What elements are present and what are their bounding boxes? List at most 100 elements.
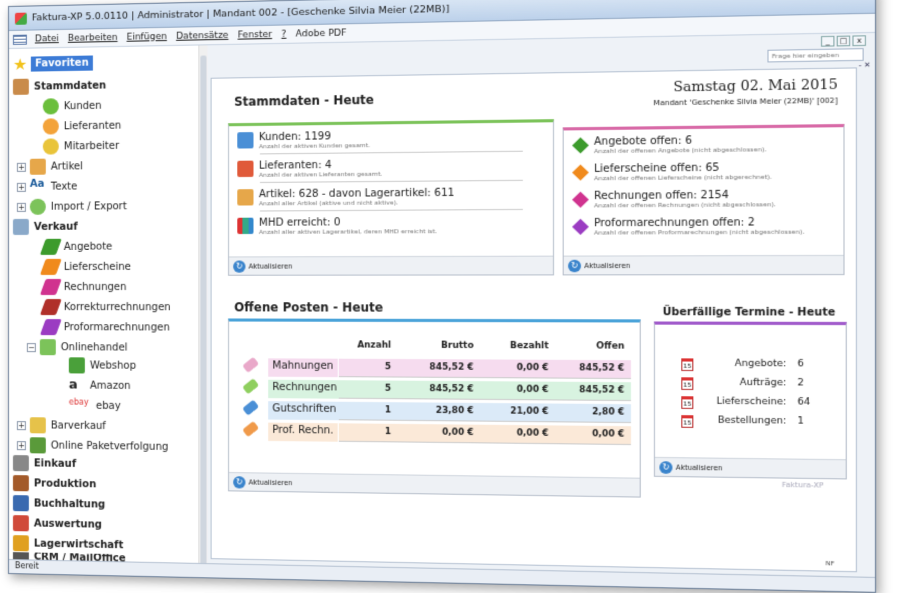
posten-label: Gutschriften [268, 401, 340, 420]
posten-row[interactable]: Prof. Rechn. 1 0,00 € 0,00 € 0,00 € [243, 422, 631, 445]
termin-row[interactable]: 15 Lieferscheine: 64 [681, 396, 810, 410]
offen-title: Proformarechnungen offen: 2 [594, 217, 805, 230]
sidebar-item-barverkauf[interactable]: + Barverkauf [17, 417, 106, 434]
offen-sub: Anzahl der offenen Rechnungen (nicht abg… [594, 201, 776, 211]
search-close[interactable]: - ✕ [858, 61, 870, 70]
stamm-title: MHD erreicht: 0 [259, 217, 437, 229]
sidebar-item-einkauf[interactable]: Einkauf [13, 455, 76, 472]
sync-icon [30, 199, 46, 215]
dashboard: Stammdaten - Heute Samstag 02. Mai 2015 … [211, 67, 857, 572]
sidebar-item-angebote[interactable]: Angebote [43, 239, 112, 255]
posten-row[interactable]: Mahnungen 5 845,52 € 0,00 € 845,52 € [243, 358, 631, 379]
restore-icon[interactable]: □ [837, 36, 850, 47]
sidebar-label: Auswertung [34, 518, 102, 530]
posten-row[interactable]: Rechnungen 5 845,52 € 0,00 € 845,52 € [243, 380, 631, 401]
expand-icon[interactable]: + [17, 441, 26, 450]
divider [260, 209, 523, 212]
expand-icon[interactable]: + [17, 202, 26, 211]
menu-datensaetze[interactable]: Datensätze [176, 30, 228, 41]
sidebar-item-produktion[interactable]: Produktion [13, 475, 96, 492]
scrollbar-thumb[interactable] [200, 55, 206, 583]
menu-adobe-pdf[interactable]: Adobe PDF [296, 28, 347, 39]
refresh-button[interactable]: ↻ Aktualisieren [229, 472, 640, 497]
calendar-icon: 15 [681, 377, 693, 390]
books-icon [13, 495, 29, 511]
sidebar-item-kunden[interactable]: Kunden [43, 98, 102, 115]
sidebar-item-rechnungen[interactable]: Rechnungen [43, 279, 127, 295]
tag-icon [242, 421, 259, 437]
sidebar-item-paketverfolgung[interactable]: + Online Paketverfolgung [17, 437, 168, 455]
offen-angebote[interactable]: Angebote offen: 6 Anzahl der offenen Ange… [572, 134, 766, 156]
offen-rechnungen[interactable]: Rechnungen offen: 2154 Anzahl der offenen… [572, 189, 776, 210]
termin-row[interactable]: 15 Bestellungen: 1 [681, 415, 804, 429]
sidebar-item-verkauf[interactable]: Verkauf [13, 219, 78, 235]
expand-icon[interactable]: + [17, 162, 26, 171]
posten-panel: Anzahl Brutto Bezahlt Offen Mahnungen 5 84… [228, 318, 641, 497]
favorites-item[interactable]: ★ Favoriten [13, 53, 93, 73]
sidebar-label: ebay [96, 400, 121, 411]
sidebar-item-stammdaten[interactable]: Stammdaten [13, 77, 106, 95]
help-search-input[interactable]: Frage hier eingeben [767, 48, 863, 62]
sidebar-item-buchhaltung[interactable]: Buchhaltung [13, 495, 105, 513]
sidebar-item-texte[interactable]: + Aa Texte [17, 178, 77, 195]
window-title: Faktura-XP 5.0.0110 | Administrator | Ma… [32, 4, 450, 24]
minimize-icon[interactable]: _ [821, 36, 834, 47]
sidebar-item-proformarechnungen[interactable]: Proformarechnungen [43, 319, 170, 335]
menu-help[interactable]: ? [281, 29, 286, 39]
document-icon [40, 259, 62, 275]
stamm-kunden[interactable]: Kunden: 1199 Anzahl der aktiven Kunden ge… [237, 131, 370, 152]
offen-sub: Anzahl der offenen Lieferscheine (nicht … [594, 174, 772, 184]
collapse-icon[interactable]: − [27, 343, 36, 352]
sidebar-label: Verkauf [34, 221, 78, 232]
sidebar-item-lagerwirtschaft[interactable]: Lagerwirtschaft [13, 535, 123, 553]
termin-row[interactable]: 15 Aufträge: 2 [681, 377, 804, 391]
termin-row[interactable]: 15 Angebote: 6 [681, 358, 804, 371]
house-icon [13, 79, 29, 95]
posten-anzahl: 5 [339, 383, 391, 394]
sidebar-label: Proformarechnungen [64, 322, 170, 333]
date-label: Samstag 02. Mai 2015 [673, 77, 838, 95]
sidebar-item-lieferscheine[interactable]: Lieferscheine [43, 259, 131, 275]
calendar-icon: 15 [681, 358, 693, 371]
sidebar-item-import-export[interactable]: + Import / Export [17, 198, 127, 215]
sidebar-item-artikel[interactable]: + Artikel [17, 158, 83, 175]
menu-fenster[interactable]: Fenster [238, 29, 272, 40]
col-bezahlt: Bezahlt [491, 341, 549, 352]
sidebar-scrollbar[interactable] [198, 45, 207, 563]
sidebar-item-auswertung[interactable]: Auswertung [13, 515, 102, 533]
offen-proforma[interactable]: Proformarechnungen offen: 2 Anzahl der of… [572, 217, 804, 238]
menu-einfuegen[interactable]: Einfügen [127, 31, 167, 42]
refresh-label: Aktualisieren [676, 463, 723, 472]
offen-lieferscheine[interactable]: Lieferscheine offen: 65 Anzahl der offene… [572, 162, 772, 184]
posten-anzahl: 5 [339, 362, 391, 373]
stamm-title: Artikel: 628 - davon Lagerartikel: 611 [259, 188, 455, 201]
grid-menu-icon[interactable] [13, 34, 27, 44]
posten-row[interactable]: Gutschriften 1 23,80 € 21,00 € 2,80 € [243, 401, 631, 423]
termin-label: Bestellungen: [707, 415, 787, 428]
posten-offen: 0,00 € [566, 429, 625, 440]
sidebar-item-lieferanten[interactable]: Lieferanten [43, 118, 121, 135]
posten-anzahl: 1 [339, 426, 391, 437]
sidebar-item-webshop[interactable]: Webshop [69, 357, 136, 374]
posten-brutto: 23,80 € [416, 406, 473, 417]
sidebar-item-ebay[interactable]: ebay ebay [69, 397, 121, 414]
refresh-button[interactable]: ↻ Aktualisieren [564, 255, 844, 274]
stamm-artikel[interactable]: Artikel: 628 - davon Lagerartikel: 611 An… [237, 188, 454, 209]
sidebar-item-korrekturrechnungen[interactable]: Korrekturrechnungen [43, 299, 171, 315]
mandant-label: Mandant 'Geschenke Silvia Meier (22MB)' … [653, 96, 837, 107]
stamm-mhd[interactable]: MHD erreicht: 0 Anzahl aller aktiven Lage… [237, 217, 437, 237]
stamm-lieferanten[interactable]: Lieferanten: 4 Anzahl der aktiven Liefera… [237, 159, 382, 180]
menu-bearbeiten[interactable]: Bearbeiten [68, 32, 118, 43]
sidebar-item-mitarbeiter[interactable]: Mitarbeiter [43, 138, 119, 155]
sidebar-item-onlinehandel[interactable]: − Onlinehandel [27, 339, 128, 356]
menu-datei[interactable]: Datei [35, 34, 59, 44]
boxes-icon [237, 189, 253, 205]
refresh-button[interactable]: ↻ Aktualisieren [229, 256, 553, 275]
posten-brutto: 0,00 € [416, 427, 473, 438]
posten-brutto: 845,52 € [416, 384, 473, 395]
expand-icon[interactable]: + [17, 421, 26, 430]
refresh-button[interactable]: ↻ Aktualisieren [655, 457, 846, 478]
close-icon[interactable]: x [852, 35, 866, 46]
expand-icon[interactable]: + [17, 182, 26, 191]
sidebar-item-amazon[interactable]: a Amazon [69, 377, 131, 394]
